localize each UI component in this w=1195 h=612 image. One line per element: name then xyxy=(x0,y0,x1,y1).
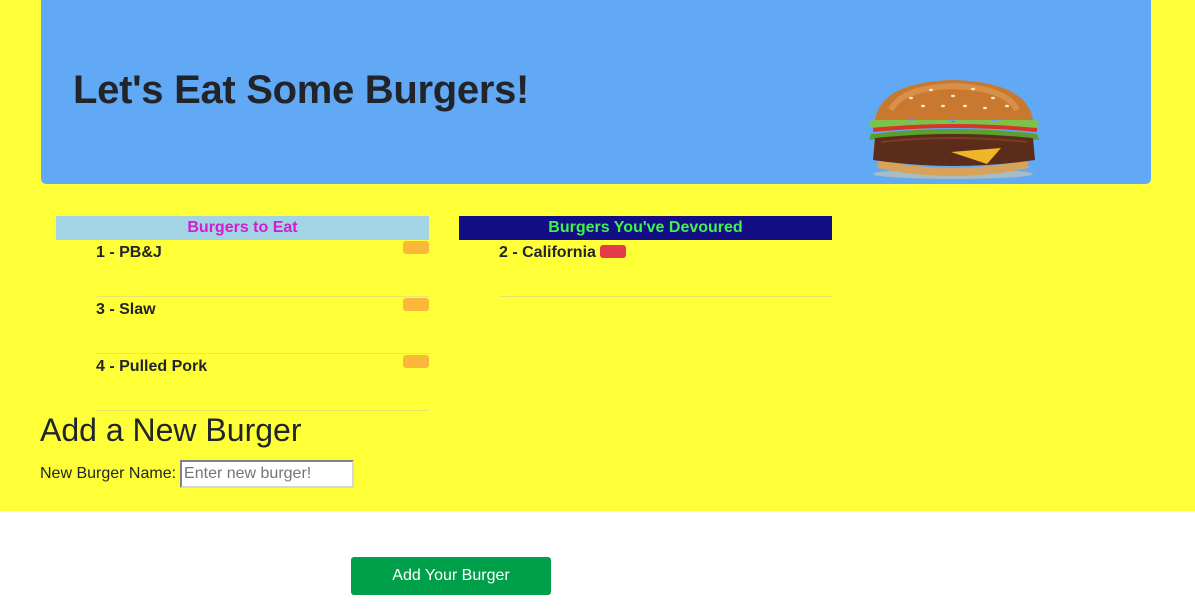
burgers-devoured-list: 2 - California xyxy=(499,240,832,297)
burgers-to-eat-list: 1 - PB&J 3 - Slaw 4 - Pulled Pork xyxy=(96,240,429,411)
burger-name-label: New Burger Name: xyxy=(40,465,177,482)
burgers-to-eat-header: Burgers to Eat xyxy=(56,216,429,240)
burger-name-input[interactable] xyxy=(180,460,355,488)
devour-button[interactable] xyxy=(403,355,429,368)
delete-button[interactable] xyxy=(599,245,626,259)
add-burger-heading: Add a New Burger xyxy=(40,412,302,448)
list-item: 3 - Slaw xyxy=(96,297,429,354)
list-item: 4 - Pulled Pork xyxy=(96,354,429,411)
page-title: Let's Eat Some Burgers! xyxy=(73,68,530,112)
burger-label: 4 - Pulled Pork xyxy=(96,358,208,375)
add-burger-button[interactable]: Add Your Burger xyxy=(351,557,551,595)
burger-label: 1 - PB&J xyxy=(96,244,162,261)
devour-button[interactable] xyxy=(403,298,429,311)
list-item: 2 - California xyxy=(499,240,832,297)
burger-label: 3 - Slaw xyxy=(96,301,156,318)
jumbotron: Let's Eat Some Burgers! xyxy=(41,0,1151,184)
list-item: 1 - PB&J xyxy=(96,240,429,297)
devour-button[interactable] xyxy=(403,241,429,254)
burger-label: 2 - California xyxy=(499,244,596,261)
burgers-devoured-header: Burgers You've Devoured xyxy=(459,216,832,240)
add-burger-form: New Burger Name: xyxy=(40,459,355,489)
burger-image xyxy=(869,80,1039,179)
burger-label-row: 2 - California xyxy=(499,243,626,263)
